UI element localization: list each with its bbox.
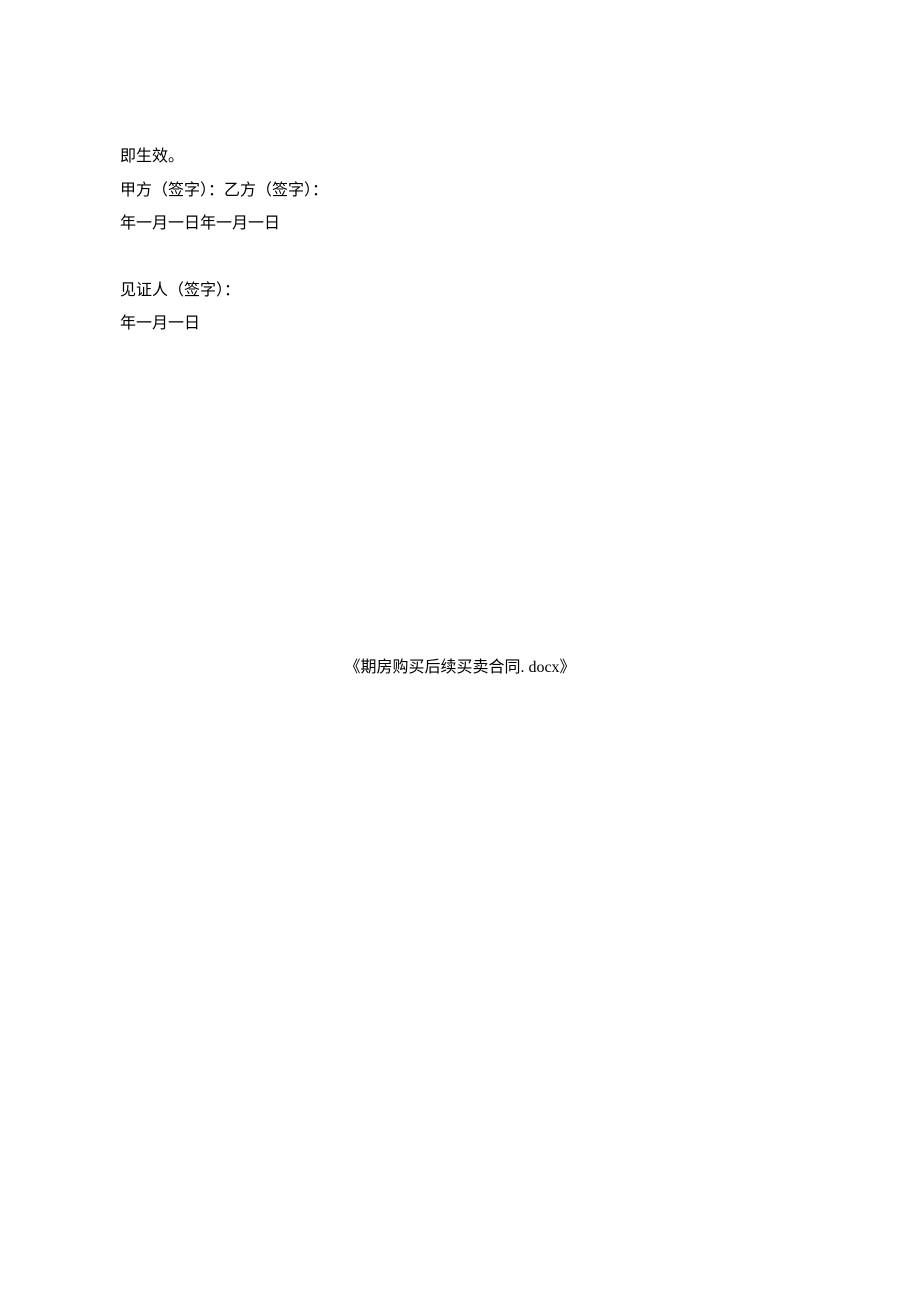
footer-text: 《期房购买后续买卖合同. docx》	[120, 651, 800, 685]
document-content: 即生效。 甲方（签字）：乙方（签字）： 年一月一日年一月一日 见证人（签字）： …	[120, 140, 800, 685]
text-line-5: 年一月一日	[120, 307, 800, 341]
text-line-3: 年一月一日年一月一日	[120, 207, 800, 241]
text-line-1: 即生效。	[120, 140, 800, 174]
text-line-2: 甲方（签字）：乙方（签字）：	[120, 174, 800, 208]
text-line-4: 见证人（签字）：	[120, 274, 800, 308]
blank-line	[120, 241, 800, 274]
